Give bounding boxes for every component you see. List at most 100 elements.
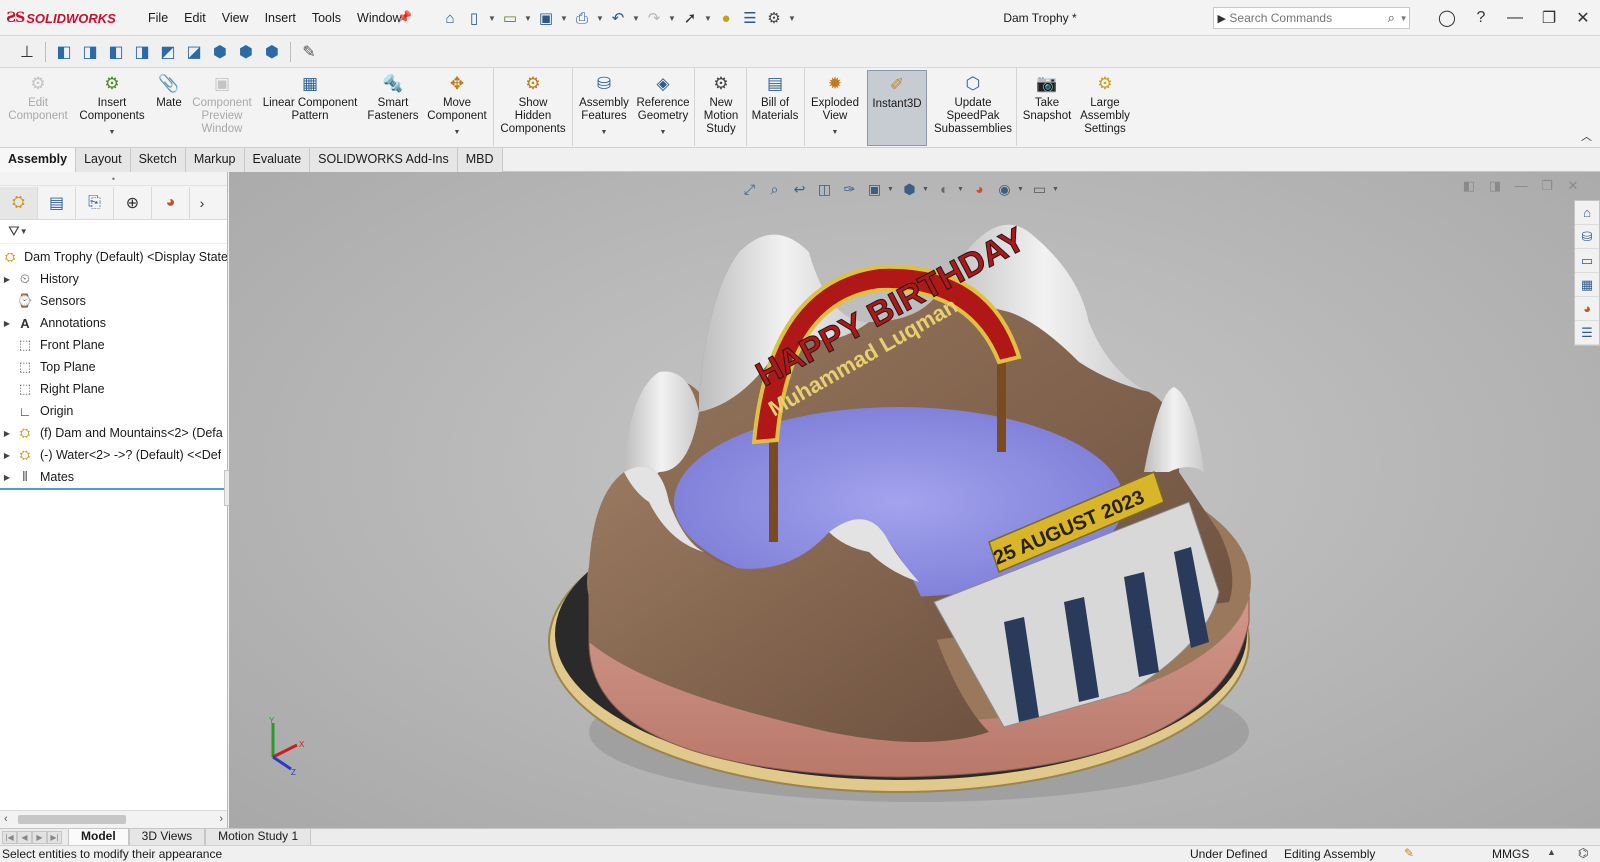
print-icon[interactable]: ⎙ [570,6,594,30]
options-icon[interactable]: ⚙ [762,6,786,30]
rollback-bar[interactable] [0,488,226,490]
file-properties-icon[interactable]: ☰ [738,6,762,30]
tile-left-icon[interactable]: ◧ [1456,178,1482,196]
horizontal-scrollbar[interactable]: ‹ › [0,810,227,828]
quick-tips-icon[interactable]: ⌬ [1578,846,1588,860]
edit-appearance-icon[interactable]: ◕ [967,178,992,200]
view-orientation-icon[interactable]: ▣ [862,178,887,200]
search-dropdown-icon[interactable]: ▼ [1398,14,1409,23]
tree-item-right-plane[interactable]: ⬚ Right Plane [0,378,227,400]
sketch-tool-icon[interactable]: ✎ [296,40,322,64]
solidworks-logo[interactable]: ƧS SOLIDWORKS [6,8,116,28]
tab-markup[interactable]: Markup [185,148,245,172]
collapse-ribbon-icon[interactable]: ︿ [1581,128,1592,144]
save-dropdown-icon[interactable]: ▼ [558,14,570,23]
previous-view-icon[interactable]: ↩ [787,178,812,200]
undo-icon[interactable]: ↶ [606,6,630,30]
dimxpert-manager-tab-icon[interactable]: ⊕ [114,186,152,219]
update-speedpak-button[interactable]: ⬡ Update SpeedPak Subassemblies [933,70,1013,146]
tab-motion-study-1[interactable]: Motion Study 1 [205,828,312,846]
top-view-icon[interactable]: ◩ [155,40,181,64]
search-input[interactable] [1229,11,1385,25]
pin-menu-icon[interactable]: 📌 [397,10,413,26]
dimetric-view-icon[interactable]: ⬢ [259,40,285,64]
tab-model[interactable]: Model [68,828,129,846]
expand-icon[interactable]: ▶ [0,451,14,460]
large-assembly-settings-button[interactable]: ⚙ Large Assembly Settings [1077,70,1133,146]
display-manager-tab-icon[interactable]: ◕ [152,186,190,219]
appearances-icon[interactable]: ◕ [1575,297,1599,321]
chevron-right-icon[interactable]: › [190,187,214,219]
expand-icon[interactable]: ▶ [0,275,14,284]
assembly-features-button[interactable]: ⛁ Assembly Features ▼ [575,70,633,146]
menu-file[interactable]: File [140,11,176,25]
new-dropdown-icon[interactable]: ▼ [486,14,498,23]
property-manager-tab-icon[interactable]: ▤ [38,186,76,219]
restore-button[interactable]: ❐ [1532,0,1566,36]
panel-grip[interactable]: • [0,172,227,186]
scroll-thumb[interactable] [18,815,126,824]
zoom-to-fit-icon[interactable]: ⤢ [737,178,762,200]
normal-to-icon[interactable]: ⊥ [14,40,40,64]
menu-view[interactable]: View [214,11,257,25]
open-dropdown-icon[interactable]: ▼ [522,14,534,23]
bill-of-materials-button[interactable]: ▤ Bill of Materials [749,70,801,146]
minimize-button[interactable]: — [1498,0,1532,36]
mate-button[interactable]: 📎 Mate [150,70,188,146]
view-settings-dropdown-icon[interactable]: ▼ [1052,186,1062,193]
reference-geometry-button[interactable]: ◈ Reference Geometry ▼ [633,70,693,146]
filter-icon[interactable]: ⛛ ▼ [0,220,227,244]
chevron-down-icon[interactable]: ▼ [832,126,839,139]
chevron-down-icon[interactable]: ▼ [660,126,667,139]
expand-icon[interactable]: ▶ [0,429,14,438]
configuration-manager-tab-icon[interactable]: ⎘ [76,186,114,219]
tree-item-top-plane[interactable]: ⬚ Top Plane [0,356,227,378]
component-preview-window-button[interactable]: ▣ Component Preview Window [188,70,256,146]
last-tab-icon[interactable]: ▶| [47,830,62,844]
options-dropdown-icon[interactable]: ▼ [786,14,798,23]
left-view-icon[interactable]: ◧ [103,40,129,64]
redo-icon[interactable]: ↷ [642,6,666,30]
display-style-icon[interactable]: ⬢ [897,178,922,200]
view-settings-icon[interactable]: ▭ [1027,178,1052,200]
rebuild-status-icon[interactable]: ✎ [1404,846,1414,860]
menu-edit[interactable]: Edit [176,11,214,25]
search-icon[interactable]: ⌕ [1384,10,1398,26]
smart-fasteners-button[interactable]: 🔩 Smart Fasteners [364,70,422,146]
menu-tools[interactable]: Tools [304,11,349,25]
tree-item-sensors[interactable]: ⌚ Sensors [0,290,227,312]
scroll-left-icon[interactable]: ‹ [4,813,8,825]
tab-mbd[interactable]: MBD [457,148,503,172]
tree-root[interactable]: ⛭ Dam Trophy (Default) <Display State-1> [0,246,227,268]
new-motion-study-button[interactable]: ⚙ New Motion Study [697,70,745,146]
tab-assembly[interactable]: Assembly [0,148,77,172]
view-orientation-dropdown-icon[interactable]: ▼ [887,186,897,193]
undo-dropdown-icon[interactable]: ▼ [630,14,642,23]
tree-item-dam-and-mountains[interactable]: ▶ ⛭ (f) Dam and Mountains<2> (Defa [0,422,227,444]
menu-insert[interactable]: Insert [257,11,304,25]
exploded-view-button[interactable]: ✹ Exploded View ▼ [807,70,863,146]
units-selector[interactable]: MMGS [1492,847,1529,861]
tile-right-icon[interactable]: ◨ [1482,178,1508,196]
bottom-view-icon[interactable]: ◪ [181,40,207,64]
select-icon[interactable]: ➚ [678,6,702,30]
front-view-icon[interactable]: ◧ [51,40,77,64]
file-explorer-icon[interactable]: ▭ [1575,249,1599,273]
units-up-icon[interactable]: ▲ [1547,847,1556,857]
view-palette-icon[interactable]: ▦ [1575,273,1599,297]
tab-layout[interactable]: Layout [76,148,131,172]
tree-item-water[interactable]: ▶ ⛭ (-) Water<2> ->? (Default) <<Def [0,444,227,466]
graphics-area[interactable]: HAPPY BIRTHDAY Muhammad Luqman 25 AUGUST… [229,172,1600,828]
edit-component-button[interactable]: ⚙ Edit Component [4,70,72,146]
close-button[interactable]: ✕ [1566,0,1600,36]
rebuild-icon[interactable]: ● [714,6,738,30]
apply-scene-dropdown-icon[interactable]: ▼ [1017,186,1027,193]
chevron-down-icon[interactable]: ▼ [109,126,116,139]
linear-component-pattern-button[interactable]: ▦ Linear Component Pattern [258,70,362,146]
first-tab-icon[interactable]: |◀ [2,830,17,844]
hide-show-items-icon[interactable]: ◐ [932,178,957,200]
trimetric-view-icon[interactable]: ⬢ [233,40,259,64]
tab-evaluate[interactable]: Evaluate [244,148,311,172]
dynamic-annotation-icon[interactable]: ✑ [837,178,862,200]
design-library-icon[interactable]: ⛁ [1575,225,1599,249]
